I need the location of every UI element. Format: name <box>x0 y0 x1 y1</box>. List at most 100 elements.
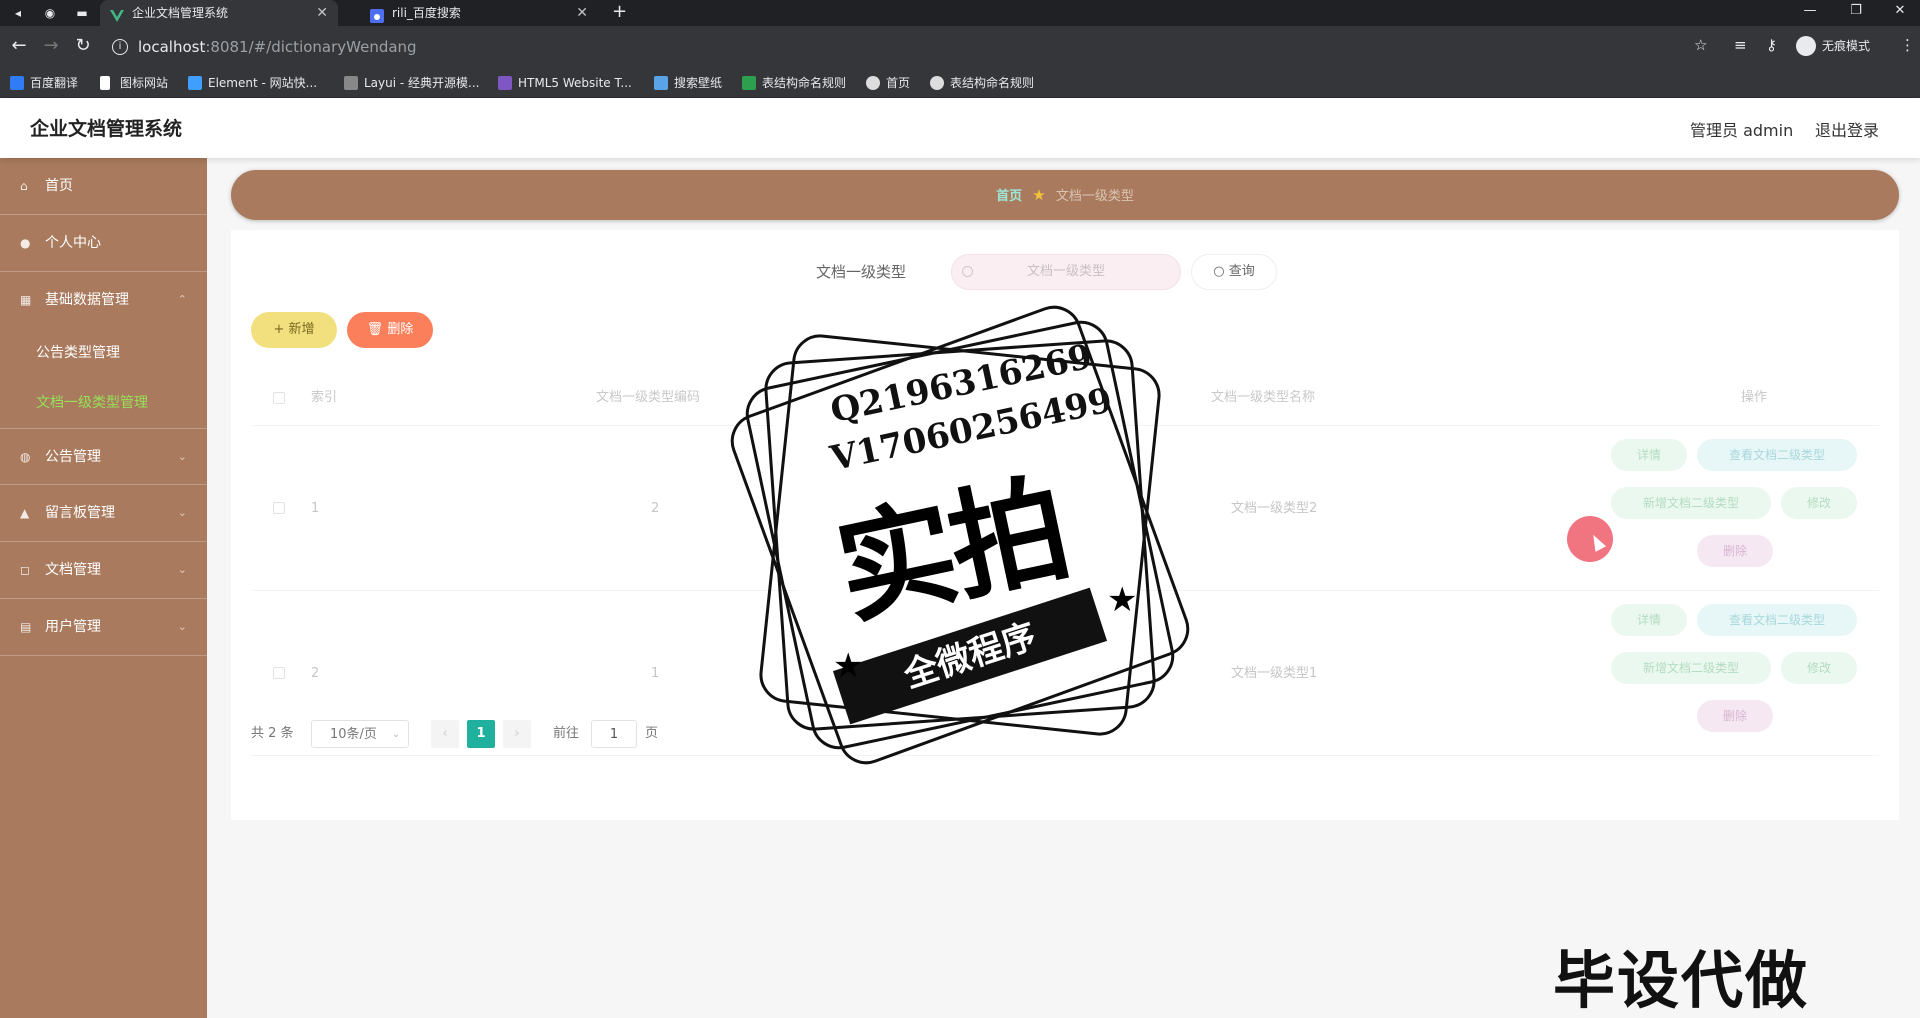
sidebar-item-basic-data[interactable]: ▦ 基础数据管理 ⌃ <box>0 272 207 329</box>
new-tab-icon[interactable]: + <box>612 0 627 24</box>
bell-icon: ◍ <box>20 450 31 464</box>
key-icon[interactable]: ⚷ <box>1766 36 1777 54</box>
view-subtype-button[interactable]: 查看文档二级类型 <box>1697 604 1857 636</box>
page-number[interactable]: 1 <box>467 720 495 748</box>
info-icon: i <box>112 39 128 55</box>
window-close-icon[interactable]: ✕ <box>1880 0 1920 26</box>
globe-icon <box>930 76 944 90</box>
prev-page-icon[interactable]: ‹ <box>431 720 459 748</box>
edit-button[interactable]: 修改 <box>1781 652 1857 684</box>
close-icon[interactable]: ✕ <box>316 0 328 26</box>
row-delete-button[interactable]: 删除 <box>1697 535 1773 567</box>
sidebar-subitem-notice-type[interactable]: 公告类型管理 <box>0 328 207 378</box>
sidebar-subitem-doc-type[interactable]: 文档一级类型管理 <box>0 378 207 428</box>
document-icon: ◻ <box>20 563 30 577</box>
column-header: 文档一级类型编码 <box>596 390 701 405</box>
audio-icon[interactable]: ◂ <box>8 3 28 23</box>
sidebar-item-home[interactable]: ⌂ 首页 <box>0 158 207 215</box>
user-icon: ● <box>20 236 31 250</box>
tab-label: rili_百度搜索 <box>392 6 461 20</box>
star-separator-icon: ★ <box>1032 186 1046 204</box>
address-bar[interactable]: i localhost:8081/#/dictionaryWendang <box>104 33 1784 61</box>
detail-button[interactable]: 详情 <box>1611 604 1687 636</box>
sheet-icon <box>742 76 756 90</box>
sidebar-item-users[interactable]: ▤ 用户管理 ⌄ <box>0 599 207 656</box>
page-size-select[interactable]: 10条/页 ⌄ <box>311 720 409 748</box>
add-subtype-button[interactable]: 新增文档二级类型 <box>1611 652 1771 684</box>
playlist-icon[interactable]: ≡ <box>1734 36 1747 54</box>
baidu-icon <box>370 6 384 23</box>
breadcrumb-current: 文档一级类型 <box>1055 189 1134 204</box>
select-all-checkbox[interactable] <box>273 392 285 404</box>
back-icon[interactable]: ← <box>8 36 30 58</box>
globe-icon <box>866 76 880 90</box>
bookmark-item[interactable]: Layui - 经典开源模... <box>344 74 479 92</box>
row-checkbox[interactable] <box>273 667 285 679</box>
query-button[interactable]: ○ 查询 <box>1191 254 1277 290</box>
html5-icon <box>498 76 512 90</box>
restore-icon[interactable]: ❐ <box>1836 0 1876 26</box>
add-button[interactable]: + 新增 <box>251 312 337 348</box>
bookmark-item[interactable]: 表结构命名规则 <box>930 74 1034 92</box>
add-subtype-button[interactable]: 新增文档二级类型 <box>1611 487 1771 519</box>
goto-page-input[interactable]: 1 <box>591 720 637 748</box>
search-input[interactable]: 文档一级类型 <box>951 254 1181 290</box>
next-page-icon[interactable]: › <box>503 720 531 748</box>
bottom-watermark: 毕设代做 <box>1553 944 1810 1017</box>
flag-icon <box>100 76 110 90</box>
chevron-down-icon: ⌄ <box>177 620 187 633</box>
app-header: 企业文档管理系统 管理员 admin 退出登录 <box>0 98 1920 158</box>
sidebar-item-messages[interactable]: ▲ 留言板管理 ⌄ <box>0 485 207 542</box>
stamp-watermark: Q2196316269 V17060256499 实拍 全微程序 ★ ★ <box>715 290 1205 780</box>
vue-icon <box>110 6 124 22</box>
bookmark-item[interactable]: 表结构命名规则 <box>742 74 846 92</box>
element-icon <box>188 76 202 90</box>
row-delete-button[interactable]: 删除 <box>1697 700 1773 732</box>
minimize-icon[interactable]: — <box>1790 0 1830 26</box>
close-icon[interactable]: ✕ <box>576 0 588 26</box>
screen: ◂ ◉ ▬ 企业文档管理系统 ✕ rili_百度搜索 ✕ + — ❐ ✕ ← →… <box>0 0 1920 1018</box>
bookmark-item[interactable]: Element - 网站快... <box>188 74 317 92</box>
goto-prefix: 前往 <box>553 726 580 741</box>
star-icon: ★ <box>833 646 864 686</box>
reload-icon[interactable]: ↻ <box>72 36 94 58</box>
bookmark-item[interactable]: 图标网站 <box>100 74 168 92</box>
incognito-label: 无痕模式 <box>1822 39 1871 53</box>
chevron-down-icon: ⌄ <box>391 729 400 740</box>
menu-icon[interactable]: ⋮ <box>1900 36 1915 54</box>
sidebar-item-documents[interactable]: ◻ 文档管理 ⌄ <box>0 542 207 599</box>
sidebar-item-notice[interactable]: ◍ 公告管理 ⌄ <box>0 428 207 485</box>
delete-button[interactable]: 🗑 删除 <box>347 312 433 348</box>
admin-label: 管理员 admin <box>1690 121 1794 140</box>
layui-icon <box>344 76 358 90</box>
detail-button[interactable]: 详情 <box>1611 439 1687 471</box>
view-subtype-button[interactable]: 查看文档二级类型 <box>1697 439 1857 471</box>
cell-name: 文档一级类型2 <box>1231 501 1318 516</box>
incognito-indicator[interactable]: 无痕模式 <box>1796 36 1870 56</box>
browser-tab-bar: ◂ ◉ ▬ 企业文档管理系统 ✕ rili_百度搜索 ✕ + — ❐ ✕ <box>0 0 1920 26</box>
chevron-down-icon: ⌄ <box>177 450 187 463</box>
bookmark-item[interactable]: 首页 <box>866 74 910 92</box>
search-placeholder: 文档一级类型 <box>1026 264 1105 279</box>
tab-active[interactable]: 企业文档管理系统 ✕ <box>100 0 338 26</box>
breadcrumb-home[interactable]: 首页 <box>996 189 1022 204</box>
window-icon[interactable]: ▬ <box>72 3 92 23</box>
tab-inactive[interactable]: rili_百度搜索 ✕ <box>360 0 598 26</box>
bookmark-item[interactable]: HTML5 Website T... <box>498 74 632 92</box>
edit-button[interactable]: 修改 <box>1781 487 1857 519</box>
column-header: 操作 <box>1741 390 1768 405</box>
row-checkbox[interactable] <box>273 502 285 514</box>
logout-link[interactable]: 退出登录 <box>1815 117 1879 141</box>
tab-label: 企业文档管理系统 <box>132 6 229 20</box>
sidebar-item-profile[interactable]: ● 个人中心 <box>0 215 207 272</box>
star-icon: ★ <box>1107 580 1138 620</box>
column-header: 索引 <box>311 390 338 405</box>
star-icon[interactable]: ☆ <box>1694 36 1707 54</box>
search-icon <box>962 266 973 277</box>
globe-icon[interactable]: ◉ <box>40 3 60 23</box>
search-icon: ○ <box>1213 264 1229 279</box>
users-icon: ▤ <box>20 620 32 634</box>
bookmark-item[interactable]: 百度翻译 <box>10 74 78 92</box>
bookmark-item[interactable]: 搜索壁纸 <box>654 74 722 92</box>
forward-icon[interactable]: → <box>40 36 62 58</box>
